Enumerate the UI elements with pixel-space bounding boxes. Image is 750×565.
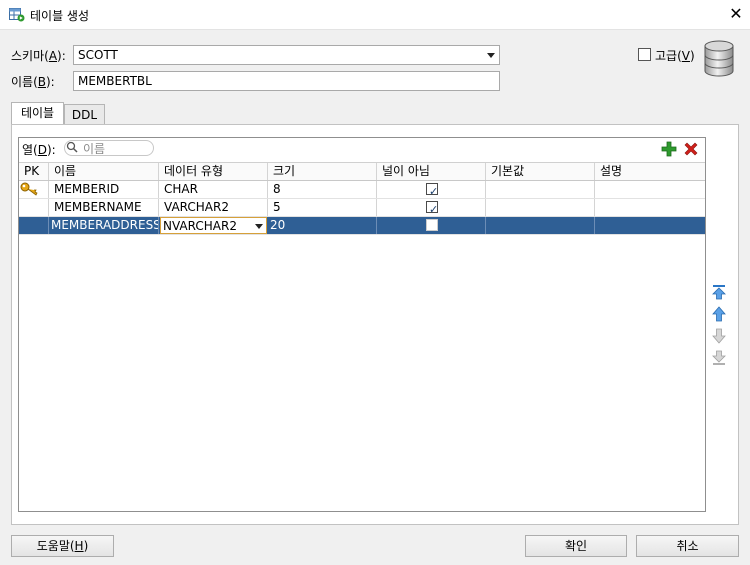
move-up-icon[interactable] [711, 306, 727, 322]
name-label-key: B [37, 75, 46, 89]
name-label-pre: 이름( [11, 75, 38, 89]
header-default[interactable]: 기본값 [486, 163, 595, 180]
help-button-post: ) [83, 539, 89, 553]
description-cell[interactable] [595, 181, 705, 198]
header-pk[interactable]: PK [19, 163, 49, 180]
ok-button[interactable]: 확인 [525, 535, 627, 557]
advanced-label-key: V [681, 49, 690, 63]
table-row-selected[interactable]: MEMBERADDRESS NVARCHAR2 20 [19, 217, 705, 235]
help-button[interactable]: 도움말(H) [11, 535, 114, 557]
columns-label: 열(D): [22, 141, 56, 158]
pk-cell[interactable] [19, 181, 49, 198]
title-bar [0, 0, 750, 30]
data-type-cell[interactable]: VARCHAR2 [159, 199, 268, 216]
description-cell[interactable] [595, 199, 705, 216]
advanced-checkbox[interactable] [638, 48, 651, 61]
search-icon [66, 141, 78, 153]
data-type-select-value: NVARCHAR2 [163, 219, 237, 233]
database-icon [703, 40, 735, 78]
schema-select-value: SCOTT [78, 48, 118, 62]
table-name-value: MEMBERTBL [78, 74, 152, 88]
size-cell[interactable]: 8 [268, 181, 377, 198]
advanced-label-post: ) [689, 49, 695, 63]
table-app-icon [9, 8, 25, 22]
header-description[interactable]: 설명 [595, 163, 705, 180]
chevron-down-icon [487, 53, 495, 58]
size-cell[interactable]: 5 [268, 199, 377, 216]
checkmark-icon: ✓ [429, 203, 439, 216]
tab-table[interactable]: 테이블 [11, 102, 64, 126]
chevron-down-icon [255, 224, 263, 229]
name-label: 이름(B): [11, 73, 55, 90]
columns-label-pre: 열( [22, 143, 38, 157]
schema-label-pre: 스키마( [11, 49, 49, 63]
move-down-icon[interactable] [711, 328, 727, 344]
pk-cell[interactable] [19, 217, 49, 234]
close-icon[interactable]: ✕ [726, 4, 746, 24]
data-type-select[interactable]: NVARCHAR2 [160, 217, 267, 234]
not-null-checkbox[interactable]: ✓ [426, 201, 439, 216]
schema-label: 스키마(A): [11, 47, 66, 64]
header-size[interactable]: 크기 [268, 163, 377, 180]
move-to-top-icon[interactable] [711, 284, 727, 300]
delete-column-icon[interactable] [683, 141, 699, 157]
header-name[interactable]: 이름 [49, 163, 159, 180]
columns-label-post: ): [46, 143, 56, 157]
advanced-label-pre: 고급( [655, 49, 682, 63]
description-cell[interactable] [595, 217, 705, 234]
header-data-type[interactable]: 데이터 유형 [159, 163, 268, 180]
table-row[interactable]: MEMBERID CHAR 8 ✓ [19, 181, 705, 199]
column-name-cell[interactable]: MEMBERNAME [49, 199, 159, 216]
move-to-bottom-icon[interactable] [711, 350, 727, 366]
window-title: 테이블 생성 [30, 9, 90, 23]
not-null-cell[interactable]: ✓ [377, 181, 486, 198]
column-name-cell[interactable]: MEMBERADDRESS [49, 217, 159, 234]
help-button-pre: 도움말( [36, 539, 75, 553]
add-column-icon[interactable] [661, 141, 677, 157]
name-label-post: ): [46, 75, 55, 89]
not-null-cell[interactable]: ✓ [377, 199, 486, 216]
default-cell[interactable] [486, 199, 595, 216]
schema-select[interactable]: SCOTT [73, 45, 500, 65]
default-cell[interactable] [486, 217, 595, 234]
key-icon [20, 182, 38, 198]
columns-label-key: D [37, 143, 47, 157]
table-row[interactable]: MEMBERNAME VARCHAR2 5 ✓ [19, 199, 705, 217]
tab-ddl[interactable]: DDL [64, 104, 105, 126]
table-name-input[interactable]: MEMBERTBL [73, 71, 500, 91]
column-search-placeholder: 이름 [83, 142, 106, 156]
schema-label-post: ): [57, 49, 66, 63]
default-cell[interactable] [486, 181, 595, 198]
pk-cell[interactable] [19, 199, 49, 216]
help-button-key: H [74, 539, 84, 553]
not-null-checkbox[interactable] [426, 219, 438, 231]
column-name-cell[interactable]: MEMBERID [49, 181, 159, 198]
grid-header-row: PK 이름 데이터 유형 크기 널이 아님 기본값 설명 [19, 162, 705, 181]
size-cell[interactable]: 20 [268, 217, 377, 234]
schema-label-key: A [48, 49, 58, 63]
checkmark-icon: ✓ [429, 185, 439, 198]
data-type-cell[interactable]: CHAR [159, 181, 268, 198]
cancel-button[interactable]: 취소 [636, 535, 739, 557]
advanced-label: 고급(V) [655, 47, 695, 64]
header-not-null[interactable]: 널이 아님 [377, 163, 486, 180]
not-null-checkbox[interactable]: ✓ [426, 183, 439, 198]
not-null-cell[interactable] [377, 217, 486, 234]
